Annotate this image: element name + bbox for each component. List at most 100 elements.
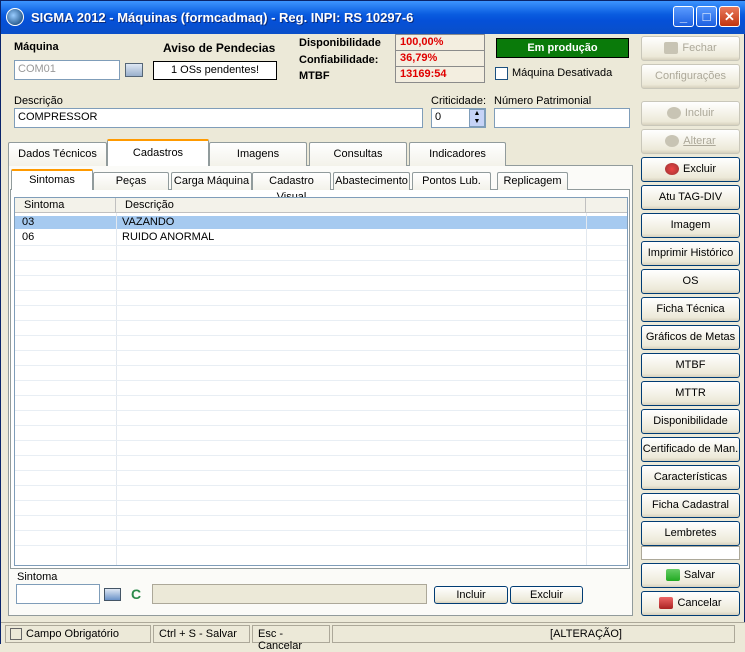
sintomas-grid[interactable] [14,197,628,566]
tab-dados-tecnicos[interactable]: Dados Técnicos [8,142,107,166]
criticidade-spinner[interactable]: ▲ ▼ [469,109,485,127]
subtab-carga-maquina[interactable]: Carga Máquina [171,172,252,190]
subtab-replicagem[interactable]: Replicagem [497,172,568,190]
incluir-button[interactable]: Incluir [641,101,740,126]
aviso-pendencias-box: 1 OSs pendentes! [153,61,277,80]
status-bar: Campo Obrigatório Ctrl + S - Salvar Esc … [1,622,745,652]
atu-tag-button[interactable]: Atu TAG-DIV [641,185,740,210]
patrimonial-input[interactable] [494,108,630,128]
imprimir-historico-button[interactable]: Imprimir Histórico [641,241,740,266]
grid-line [15,245,627,246]
confiabilidade-value: 36,79% [395,50,485,67]
app-icon [6,8,24,26]
grid-line [15,485,627,486]
cancelar-button[interactable]: Cancelar [641,591,740,616]
maximize-button[interactable]: □ [696,6,717,27]
certificado-button[interactable]: Certificado de Man. [641,437,740,462]
grid-line [15,395,627,396]
status-salvar-hint: Ctrl + S - Salvar [153,625,250,643]
disponibilidade-value: 100,00% [395,34,485,51]
sintoma-label: Sintoma [17,571,58,583]
caracteristicas-button[interactable]: Características [641,465,740,490]
delete-icon [664,163,679,176]
table-row[interactable]: 06 RUIDO ANORMAL [15,231,627,244]
disponibilidade-label: Disponibilidade [299,37,381,49]
tab-consultas[interactable]: Consultas [309,142,407,166]
os-button[interactable]: OS [641,269,740,294]
disponibilidade-button[interactable]: Disponibilidade [641,409,740,434]
sintoma-lookup-icon[interactable] [104,588,121,601]
grid-excluir-button[interactable]: Excluir [510,586,583,604]
incluir-label: Incluir [684,107,715,119]
minimize-button[interactable]: _ [673,6,694,27]
cancel-icon [659,597,674,610]
cell-sintoma: 03 [22,216,35,228]
gear-icon [665,135,680,148]
sintoma-input[interactable] [16,584,100,604]
grid-line [15,410,627,411]
graficos-metas-button[interactable]: Gráficos de Metas [641,325,740,350]
grid-line [15,455,627,456]
grid-column-divider [116,213,117,565]
lookup-icon[interactable] [125,63,143,77]
lembretes-indicator [641,546,740,560]
grid-line [15,275,627,276]
salvar-label: Salvar [683,569,716,581]
table-row[interactable]: 03 VAZANDO [15,216,627,229]
close-button[interactable]: ✕ [719,6,740,27]
gear-icon [666,107,681,120]
subtab-abastecimento[interactable]: Abastecimento [333,172,410,190]
desativada-checkbox[interactable] [495,67,508,80]
salvar-button[interactable]: Salvar [641,563,740,588]
cell-descricao: VAZANDO [122,216,175,228]
fechar-button[interactable]: Fechar [641,36,740,61]
subtab-pecas[interactable]: Peças [93,172,169,190]
descricao-label: Descrição [14,95,63,107]
configuracoes-button[interactable]: Configurações [641,64,740,89]
grid-line [15,545,627,546]
subtab-cadastro-visual[interactable]: Cadastro Visual [252,172,331,203]
grid-incluir-button[interactable]: Incluir [434,586,508,604]
imagem-button[interactable]: Imagem [641,213,740,238]
status-campo-obrigatorio: Campo Obrigatório [5,625,151,643]
grid-line [15,290,627,291]
mtbf-value: 13169:54 [395,66,485,83]
required-field-swatch [10,628,22,641]
maquina-label: Máquina [14,41,59,53]
cell-sintoma: 06 [22,231,35,243]
subtab-sintomas[interactable]: Sintomas [11,169,93,190]
door-icon [664,42,679,55]
desativada-label: Máquina Desativada [512,67,613,79]
mttr-button[interactable]: MTTR [641,381,740,406]
status-badge: Em produção [496,38,629,58]
col-header-sintoma[interactable]: Sintoma [24,199,64,212]
grid-line [15,260,627,261]
save-icon [665,569,680,582]
grid-line [15,470,627,471]
mtbf-button[interactable]: MTBF [641,353,740,378]
status-mode: [ALTERAÇÃO] [332,625,735,643]
maquina-input[interactable]: COM01 [14,60,120,80]
alterar-label: Alterar [683,135,716,147]
grid-line [15,380,627,381]
ficha-cadastral-button[interactable]: Ficha Cadastral [641,493,740,518]
lembretes-button[interactable]: Lembretes [641,521,740,546]
grid-line [15,440,627,441]
excluir-button[interactable]: Excluir [641,157,740,182]
clear-c-button[interactable]: C [131,586,141,602]
col-header-descricao[interactable]: Descrição [125,199,174,212]
grid-line [15,515,627,516]
title-bar[interactable]: SIGMA 2012 - Máquinas (formcadmaq) - Reg… [1,1,745,34]
tab-indicadores[interactable]: Indicadores [409,142,506,166]
descricao-input[interactable]: COMPRESSOR [14,108,423,128]
tab-cadastros[interactable]: Cadastros [107,139,209,166]
grid-line [15,365,627,366]
patrimonial-label: Número Patrimonial [494,95,592,107]
sintoma-description-display [152,584,427,604]
ficha-tecnica-button[interactable]: Ficha Técnica [641,297,740,322]
subtab-pontos-lub[interactable]: Pontos Lub. [412,172,491,190]
tab-imagens[interactable]: Imagens [209,142,307,166]
window-title: SIGMA 2012 - Máquinas (formcadmaq) - Reg… [31,10,414,25]
alterar-button[interactable]: Alterar [641,129,740,154]
grid-line [15,425,627,426]
